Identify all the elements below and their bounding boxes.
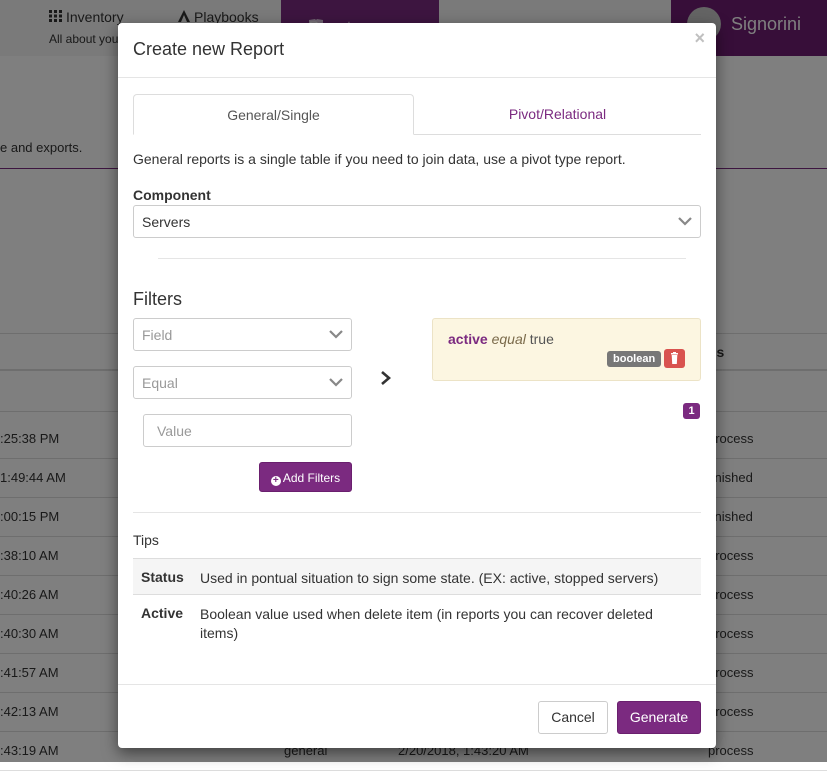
- tab-general-single[interactable]: General/Single: [133, 94, 414, 135]
- tip-key: Active: [141, 605, 184, 621]
- filter-field: active: [448, 331, 488, 347]
- tip-key: Status: [141, 569, 184, 585]
- create-report-modal: Create new Report × General/Single Pivot…: [118, 23, 716, 748]
- table-row: Status Used in pontual situation to sign…: [133, 558, 701, 594]
- tip-text: Used in pontual situation to sign some s…: [200, 570, 659, 586]
- filter-count-badge: 1: [683, 403, 700, 419]
- component-label: Component: [133, 187, 211, 203]
- tips-table: Status Used in pontual situation to sign…: [133, 558, 701, 650]
- modal-title: Create new Report: [133, 39, 285, 59]
- close-icon[interactable]: ×: [694, 28, 705, 49]
- chevron-down-icon: [329, 330, 343, 339]
- chevron-down-icon: [329, 378, 343, 387]
- generate-button[interactable]: Generate: [617, 701, 701, 734]
- value-placeholder: Value: [157, 423, 192, 439]
- field-select[interactable]: Field: [133, 318, 352, 351]
- value-input[interactable]: Value: [143, 414, 352, 447]
- tab-description: General reports is a single table if you…: [133, 151, 626, 167]
- filters-title: Filters: [133, 289, 182, 309]
- remove-filter-button[interactable]: [664, 349, 685, 368]
- add-filters-label: Add Filters: [282, 471, 341, 485]
- chevron-down-icon: [678, 217, 692, 226]
- component-value: Servers: [142, 214, 191, 230]
- modal-header: Create new Report ×: [118, 23, 716, 78]
- filter-type-badge: boolean: [607, 351, 662, 367]
- field-placeholder: Field: [142, 327, 173, 343]
- divider: [158, 258, 686, 259]
- filter-value: true: [529, 331, 554, 347]
- plus-circle-icon: +: [270, 476, 281, 486]
- tab-pivot-relational[interactable]: Pivot/Relational: [414, 94, 701, 135]
- chevron-right-icon: [381, 371, 391, 385]
- active-filter-item: active equal true boolean: [432, 318, 701, 381]
- cancel-button[interactable]: Cancel: [538, 701, 608, 734]
- add-filters-button[interactable]: + Add Filters: [259, 462, 352, 492]
- tips-title: Tips: [133, 532, 159, 548]
- modal-footer: Cancel Generate: [118, 684, 716, 748]
- operator-select[interactable]: Equal: [133, 366, 352, 399]
- operator-placeholder: Equal: [142, 375, 178, 391]
- report-type-tabs: General/Single Pivot/Relational: [133, 94, 701, 135]
- tip-text: Boolean value used when delete item (in …: [200, 606, 653, 641]
- filter-expression: active equal true: [448, 331, 554, 347]
- table-row: Active Boolean value used when delete it…: [133, 594, 701, 650]
- filter-operator: equal: [491, 331, 526, 347]
- divider: [133, 512, 701, 513]
- trash-icon: [671, 352, 678, 364]
- component-select[interactable]: Servers: [133, 205, 701, 238]
